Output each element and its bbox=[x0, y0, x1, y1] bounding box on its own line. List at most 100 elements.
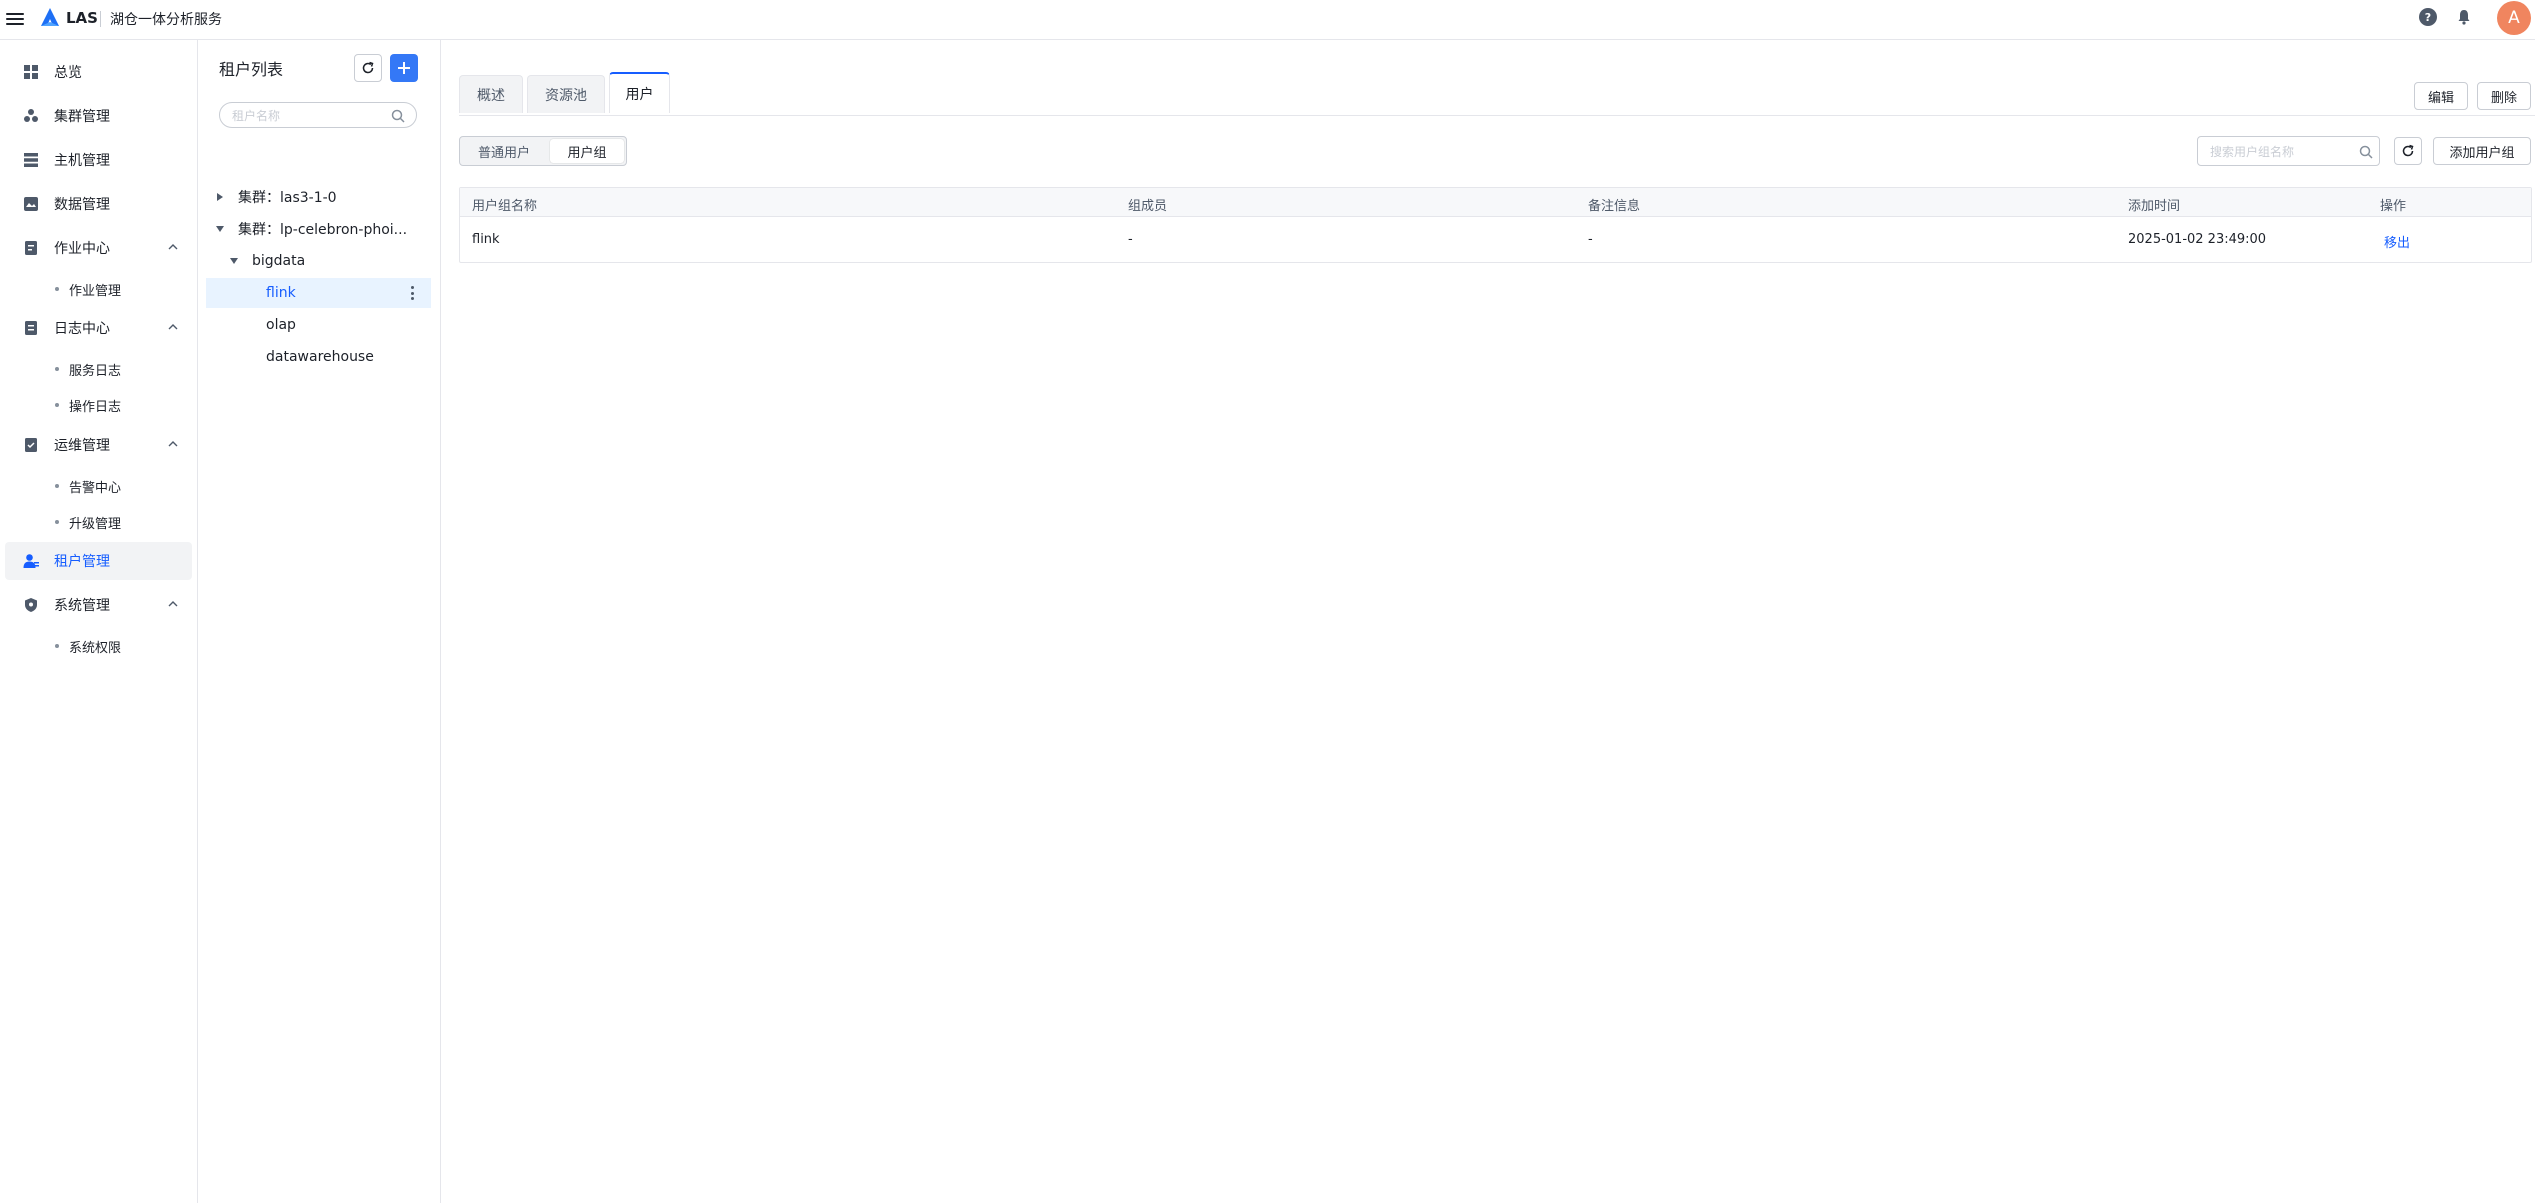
sub-label: 告警中心 bbox=[69, 480, 122, 496]
plus-icon bbox=[398, 62, 410, 74]
cell-group-name: flink bbox=[472, 232, 500, 247]
nav-item-cluster[interactable]: 集群管理 bbox=[5, 97, 192, 135]
log-icon bbox=[25, 321, 37, 335]
bullet-icon bbox=[55, 403, 59, 407]
nav-label: 日志中心 bbox=[54, 321, 110, 337]
tab-users[interactable]: 用户 bbox=[609, 72, 670, 113]
column-header: 组成员 bbox=[1128, 199, 1168, 214]
remove-link[interactable]: 移出 bbox=[2384, 232, 2410, 251]
tree-node-cluster-las3[interactable]: 集群：las3-1-0 bbox=[209, 182, 431, 212]
sub-label: 系统权限 bbox=[69, 640, 122, 656]
chevron-up-icon bbox=[168, 441, 178, 447]
sub-item-operation-log[interactable]: 操作日志 bbox=[5, 390, 192, 420]
nav-label: 系统管理 bbox=[54, 598, 110, 614]
caret-right-icon[interactable] bbox=[217, 193, 223, 201]
sub-item-system-permission[interactable]: 系统权限 bbox=[5, 631, 192, 661]
nav-label: 数据管理 bbox=[54, 197, 110, 213]
sub-item-service-log[interactable]: 服务日志 bbox=[5, 354, 192, 384]
caret-down-icon[interactable] bbox=[216, 226, 224, 232]
bell-icon[interactable] bbox=[2455, 8, 2473, 26]
nav-item-ops-management[interactable]: 运维管理 bbox=[5, 426, 192, 464]
tree-node-label: bigdata bbox=[252, 253, 306, 269]
tree-node-label: datawarehouse bbox=[266, 349, 374, 365]
nav-label: 运维管理 bbox=[54, 438, 110, 454]
user-type-segmented-control: 普通用户 用户组 bbox=[459, 136, 627, 166]
bullet-icon bbox=[55, 367, 59, 371]
user-group-search-input[interactable] bbox=[2210, 143, 2350, 161]
segment-normal-users[interactable]: 普通用户 bbox=[462, 139, 546, 163]
nav-item-data[interactable]: 数据管理 bbox=[5, 185, 192, 223]
tree-node-label: 集群：las3-1-0 bbox=[238, 190, 337, 206]
column-header: 操作 bbox=[2380, 199, 2407, 214]
product-subtitle: 湖仓一体分析服务 bbox=[110, 12, 222, 28]
add-tenant-button[interactable] bbox=[390, 54, 418, 82]
sub-item-upgrade-management[interactable]: 升级管理 bbox=[5, 507, 192, 537]
tree-node-cluster-lp-celebron[interactable]: 集群：lp-celebron-phoi... bbox=[209, 214, 431, 244]
job-icon bbox=[25, 241, 37, 255]
tenant-list-title: 租户列表 bbox=[219, 60, 284, 79]
column-header: 备注信息 bbox=[1588, 199, 1641, 214]
tenant-icon bbox=[23, 554, 39, 568]
bullet-icon bbox=[55, 644, 59, 648]
user-avatar[interactable]: A bbox=[2497, 1, 2531, 35]
column-header: 用户组名称 bbox=[472, 199, 538, 214]
menu-icon[interactable] bbox=[6, 10, 24, 28]
cluster-icon bbox=[24, 109, 38, 122]
search-icon[interactable] bbox=[2358, 144, 2374, 160]
user-group-table: 用户组名称 组成员 备注信息 添加时间 操作 flink - - 2025-01… bbox=[459, 187, 2532, 263]
brand-divider bbox=[100, 11, 101, 27]
help-icon[interactable]: ? bbox=[2419, 8, 2437, 26]
nav-label: 作业中心 bbox=[54, 241, 110, 257]
brand-name: LAS bbox=[66, 9, 98, 27]
delete-button[interactable]: 删除 bbox=[2477, 82, 2531, 110]
sub-item-job-management[interactable]: 作业管理 bbox=[5, 274, 192, 304]
cell-members: - bbox=[1128, 232, 1133, 247]
tenant-list-panel: 租户列表 集群：las3-1-0 集群：lp-celebron-phoi... … bbox=[199, 40, 441, 1203]
chevron-up-icon bbox=[168, 324, 178, 330]
main-content: 概述 资源池 用户 编辑 删除 普通用户 用户组 添加用户组 用户组名称 组成员… bbox=[442, 40, 2535, 1203]
segment-user-groups[interactable]: 用户组 bbox=[550, 139, 624, 163]
tree-node-bigdata[interactable]: bigdata bbox=[209, 246, 431, 276]
server-icon bbox=[24, 153, 38, 167]
side-navigation: 总览 集群管理 主机管理 数据管理 作业中心 作业管理 日志中心 服务日志 操作… bbox=[0, 40, 198, 1203]
sub-label: 操作日志 bbox=[69, 399, 122, 415]
nav-label: 总览 bbox=[54, 65, 82, 81]
column-header: 添加时间 bbox=[2128, 199, 2181, 214]
nav-label: 租户管理 bbox=[54, 554, 110, 570]
tree-node-flink[interactable]: flink bbox=[206, 278, 431, 308]
chevron-up-icon bbox=[168, 601, 178, 607]
refresh-groups-button[interactable] bbox=[2394, 137, 2422, 165]
nav-item-overview[interactable]: 总览 bbox=[5, 53, 192, 91]
caret-down-icon[interactable] bbox=[230, 258, 238, 264]
nav-item-job-center[interactable]: 作业中心 bbox=[5, 229, 192, 267]
sub-item-alert-center[interactable]: 告警中心 bbox=[5, 471, 192, 501]
bullet-icon bbox=[55, 484, 59, 488]
more-vertical-icon[interactable] bbox=[410, 286, 414, 300]
ops-icon bbox=[25, 438, 37, 452]
tree-node-label: 集群：lp-celebron-phoi... bbox=[238, 222, 408, 238]
nav-label: 主机管理 bbox=[54, 153, 110, 169]
tree-node-label: flink bbox=[266, 285, 296, 301]
tree-node-olap[interactable]: olap bbox=[209, 310, 431, 340]
las-logo-icon bbox=[41, 8, 59, 26]
sub-label: 服务日志 bbox=[69, 363, 122, 379]
edit-button[interactable]: 编辑 bbox=[2414, 82, 2468, 110]
refresh-icon bbox=[362, 61, 374, 74]
tenant-search-input[interactable] bbox=[232, 107, 382, 125]
tree-node-datawarehouse[interactable]: datawarehouse bbox=[209, 342, 431, 372]
nav-item-host[interactable]: 主机管理 bbox=[5, 141, 192, 179]
nav-item-tenant-management[interactable]: 租户管理 bbox=[5, 542, 192, 580]
nav-item-log-center[interactable]: 日志中心 bbox=[5, 309, 192, 347]
sub-label: 升级管理 bbox=[69, 516, 122, 532]
refresh-tenants-button[interactable] bbox=[354, 54, 382, 82]
add-user-group-button[interactable]: 添加用户组 bbox=[2433, 137, 2531, 165]
bullet-icon bbox=[55, 287, 59, 291]
tab-resource-pool[interactable]: 资源池 bbox=[527, 75, 605, 113]
table-header: 用户组名称 组成员 备注信息 添加时间 操作 bbox=[460, 188, 2531, 217]
tab-overview[interactable]: 概述 bbox=[459, 75, 523, 113]
bullet-icon bbox=[55, 520, 59, 524]
nav-item-system-management[interactable]: 系统管理 bbox=[5, 586, 192, 624]
user-group-search-box bbox=[2197, 136, 2380, 166]
tree-node-label: olap bbox=[266, 317, 296, 333]
search-icon[interactable] bbox=[390, 108, 406, 124]
